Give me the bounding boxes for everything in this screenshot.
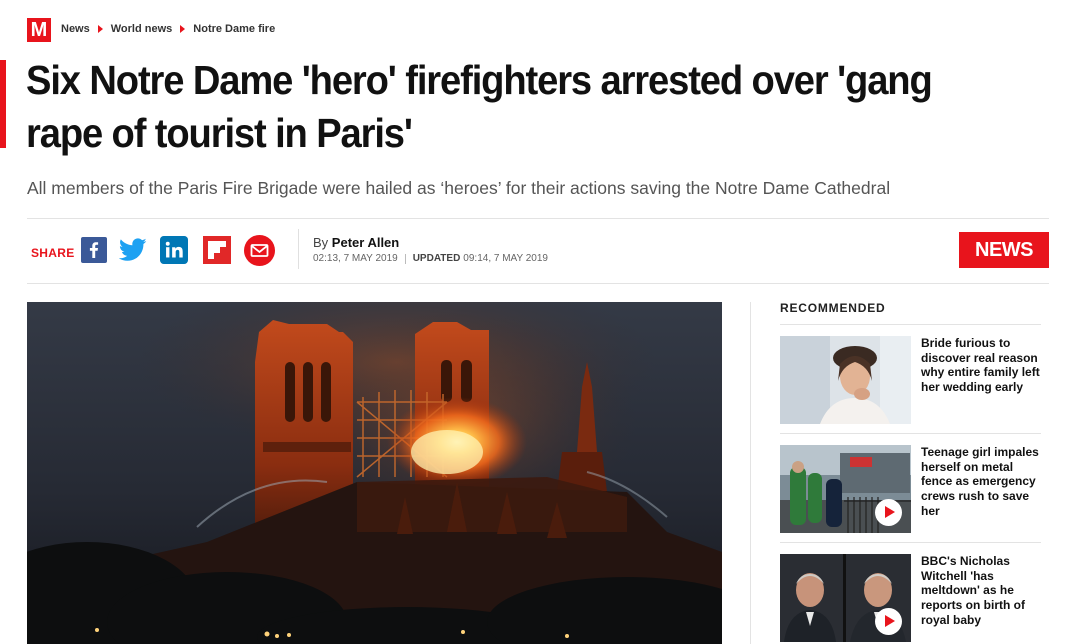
divider: [780, 324, 1041, 325]
recommended-title[interactable]: Bride furious to discover real reason wh…: [921, 336, 1046, 395]
section-tag-news[interactable]: NEWS: [959, 232, 1049, 268]
breadcrumb-world-news[interactable]: World news: [111, 23, 173, 35]
recommended-item[interactable]: Teenage girl impales herself on metal fe…: [780, 445, 1042, 533]
headline-accent-bar: [0, 60, 6, 148]
breadcrumb-arrow-icon: [97, 25, 103, 33]
article-standfirst: All members of the Paris Fire Brigade we…: [27, 178, 891, 198]
divider: [404, 253, 406, 264]
article-dates: 02:13, 7 MAY 2019 UPDATED 09:14, 7 MAY 2…: [313, 253, 548, 264]
divider: [27, 218, 1049, 219]
column-divider: [750, 302, 751, 644]
updated-date: 09:14, 7 MAY 2019: [463, 253, 548, 264]
site-logo[interactable]: M: [27, 18, 51, 42]
page-title: Six Notre Dame 'hero' firefighters arres…: [26, 57, 933, 156]
recommended-title[interactable]: BBC's Nicholas Witchell 'has meltdown' a…: [921, 554, 1046, 628]
recommended-item[interactable]: Bride furious to discover real reason wh…: [780, 336, 1042, 424]
breadcrumb: News World news Notre Dame fire: [61, 23, 275, 35]
recommended-thumbnail: [780, 336, 911, 424]
published-date: 02:13, 7 MAY 2019: [313, 253, 398, 264]
play-icon[interactable]: [875, 608, 902, 635]
breadcrumb-arrow-icon: [180, 25, 186, 33]
email-icon[interactable]: [244, 235, 275, 266]
recommended-title[interactable]: Teenage girl impales herself on metal fe…: [921, 445, 1046, 519]
divider: [27, 283, 1049, 284]
flipboard-icon[interactable]: [203, 236, 231, 264]
divider: [780, 542, 1041, 543]
breadcrumb-news[interactable]: News: [61, 23, 90, 35]
byline-prefix: By: [313, 235, 329, 250]
author-link[interactable]: Peter Allen: [332, 235, 399, 250]
share-label: SHARE: [31, 246, 75, 260]
play-icon[interactable]: [875, 499, 902, 526]
hero-image[interactable]: [27, 302, 722, 644]
divider: [780, 433, 1041, 434]
twitter-icon[interactable]: [119, 236, 147, 264]
byline: By Peter Allen: [313, 235, 399, 250]
breadcrumb-notre-dame-fire[interactable]: Notre Dame fire: [193, 23, 275, 35]
linkedin-icon[interactable]: [160, 236, 188, 264]
updated-label: UPDATED: [412, 253, 461, 264]
divider: [298, 229, 299, 269]
facebook-icon[interactable]: [80, 236, 108, 264]
recommended-item[interactable]: BBC's Nicholas Witchell 'has meltdown' a…: [780, 554, 1042, 642]
recommended-heading: RECOMMENDED: [780, 301, 886, 315]
